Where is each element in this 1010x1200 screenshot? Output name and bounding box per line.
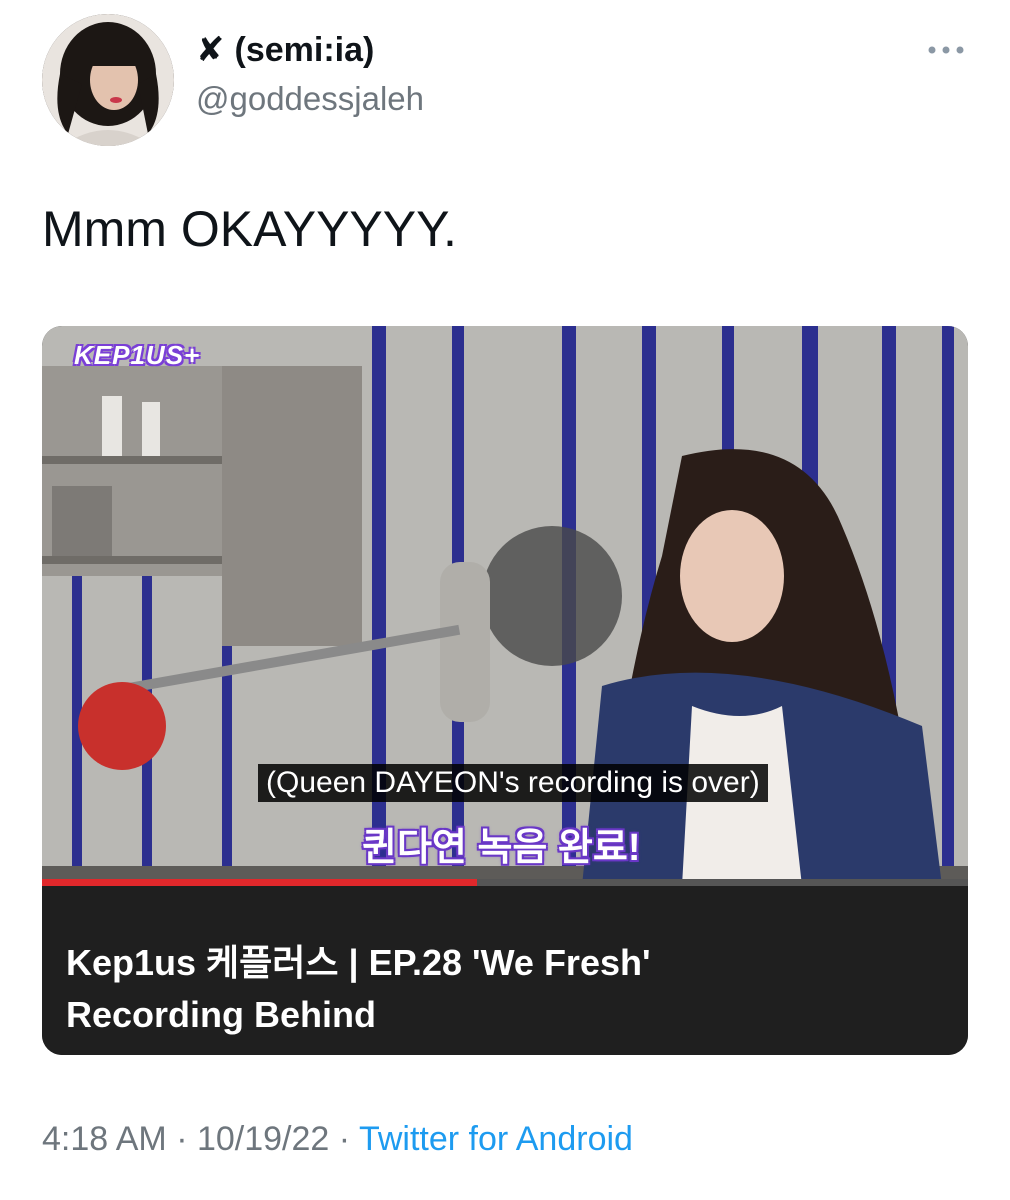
card-title-line2: Recording Behind <box>66 994 377 1035</box>
avatar[interactable] <box>42 14 174 146</box>
tweet-text: Mmm OKAYYYYY. <box>42 201 457 257</box>
progress-bar <box>42 879 968 886</box>
tweet-date[interactable]: 10/19/22 <box>197 1120 329 1158</box>
more-horizontal-icon[interactable] <box>924 40 968 60</box>
meta-separator: · <box>166 1120 197 1158</box>
tweet-time[interactable]: 4:18 AM <box>42 1120 167 1158</box>
card-title-line1: Kep1us 케플러스 | EP.28 'We Fresh' <box>66 942 651 983</box>
tweet: ✘(semi:ia) @goddessjaleh Mmm OKAYYYYY. <box>0 0 1010 1200</box>
link-card[interactable]: KEP1US+ (Queen DAYEON's recording is ove… <box>42 326 968 1055</box>
video-thumbnail: KEP1US+ (Queen DAYEON's recording is ove… <box>42 326 968 886</box>
channel-logo: KEP1US+ <box>74 340 201 370</box>
subtitle-korean: 퀸다연 녹음 완료! <box>362 827 641 869</box>
user-handle[interactable]: @goddessjaleh <box>196 80 424 118</box>
progress-fill <box>42 879 478 886</box>
thumbnail-image <box>42 326 968 886</box>
tweet-meta: 4:18 AM · 10/19/22 · Twitter for Android <box>42 1120 633 1159</box>
profile-avatar-image <box>42 14 174 146</box>
subtitle-english: (Queen DAYEON's recording is over) <box>258 764 768 802</box>
x-mark: ✘ <box>196 31 225 69</box>
display-name-text: (semi:ia) <box>234 31 375 69</box>
display-name[interactable]: ✘ (semi:ia) <box>196 30 374 70</box>
meta-separator: · <box>329 1120 359 1158</box>
card-caption: Kep1us 케플러스 | EP.28 'We Fresh' Recording… <box>42 886 968 1055</box>
tweet-source-link[interactable]: Twitter for Android <box>359 1120 633 1158</box>
